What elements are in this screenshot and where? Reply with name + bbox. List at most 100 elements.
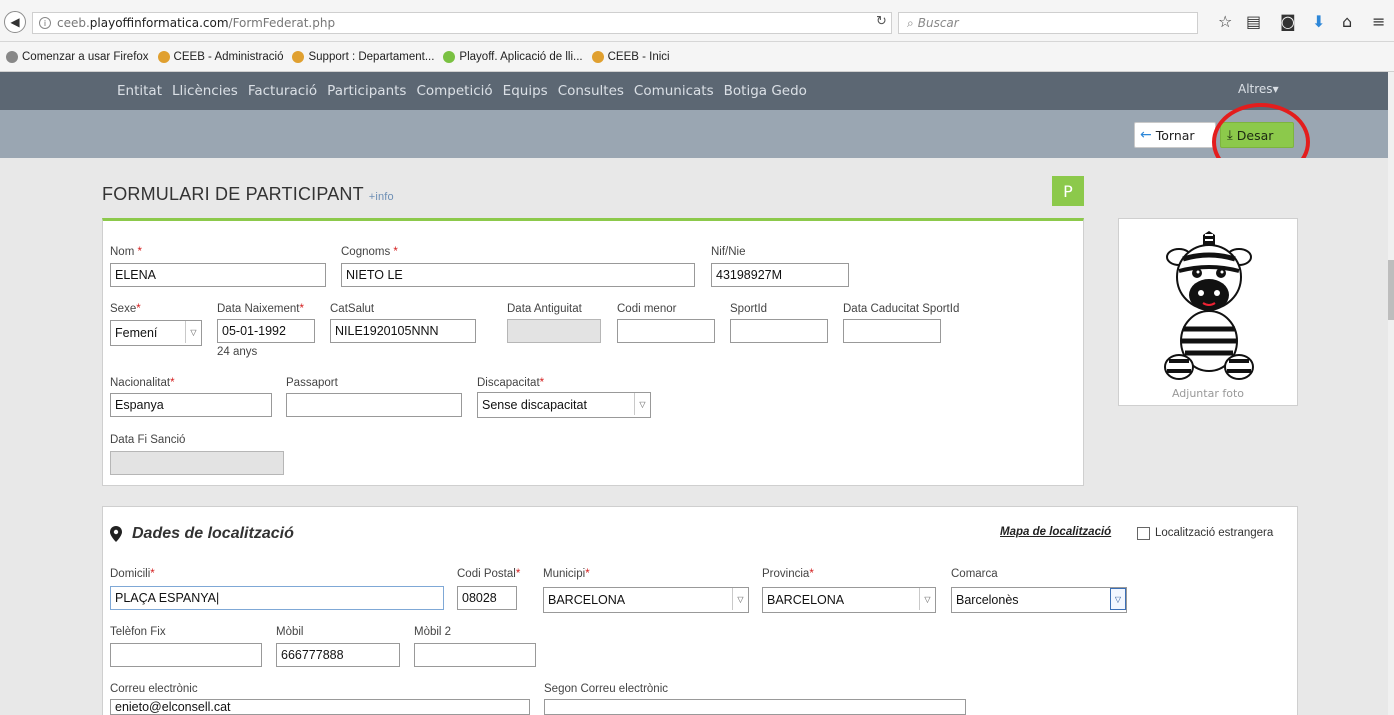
nif-input[interactable]: 43198927M — [711, 263, 849, 287]
comarca-select[interactable]: Barcelonès ▽ — [951, 587, 1127, 613]
section-title-localitzacio: Dades de localització — [110, 525, 294, 543]
back-button[interactable]: ← Tornar — [1134, 122, 1216, 148]
chevron-down-icon: ▽ — [634, 393, 650, 415]
nif-label: Nif/Nie — [711, 246, 746, 258]
pocket-icon[interactable]: ◙ — [1280, 12, 1296, 31]
segon-correu-input[interactable] — [544, 699, 966, 715]
browser-toolbar: ◀ i ceeb. playoffinformatica.com/FormFede… — [0, 0, 1394, 42]
more-info-link[interactable]: +info — [369, 191, 394, 203]
nav-item-consultes[interactable]: Consultes — [558, 83, 624, 99]
data-fi-sancio-label: Data Fi Sanció — [110, 434, 186, 446]
passaport-label: Passaport — [286, 377, 338, 389]
codi-menor-input[interactable] — [617, 319, 715, 343]
catsalut-input[interactable]: NILE1920105NNN — [330, 319, 476, 343]
bookmark-item[interactable]: Support : Departament... — [292, 50, 434, 63]
domicili-label: Domicili* — [110, 568, 155, 580]
menu-icon[interactable]: ≡ — [1372, 12, 1385, 31]
url-path: /FormFederat.php — [228, 16, 336, 30]
data-caducitat-label: Data Caducitat SportId — [843, 303, 960, 315]
telefon-fix-label: Telèfon Fix — [110, 626, 166, 638]
nav-item-botiga[interactable]: Botiga Gedo — [724, 83, 807, 99]
mobil2-label: Mòbil 2 — [414, 626, 452, 638]
arrow-left-icon: ← — [1140, 127, 1152, 143]
nacionalitat-label: Nacionalitat* — [110, 377, 175, 389]
participant-badge: P — [1052, 176, 1084, 206]
codi-postal-input[interactable]: 08028 — [457, 586, 517, 610]
reload-icon[interactable]: ↻ — [876, 14, 887, 29]
nav-item-facturacio[interactable]: Facturació — [248, 83, 317, 99]
municipi-select[interactable]: BARCELONA ▽ — [543, 587, 749, 613]
provincia-label: Provincia* — [762, 568, 814, 580]
globe-icon — [6, 50, 18, 63]
correu-input[interactable]: enieto@elconsell.cat — [110, 699, 530, 715]
nav-item-equips[interactable]: Equips — [503, 83, 548, 99]
bookmarks-bar: Comenzar a usar Firefox CEEB - Administr… — [0, 42, 1394, 72]
telefon-fix-input[interactable] — [110, 643, 262, 667]
chevron-down-icon: ▽ — [1110, 588, 1126, 610]
passaport-input[interactable] — [286, 393, 462, 417]
main-nav: Entitat Llicències Facturació Participan… — [0, 72, 1388, 110]
cognoms-input[interactable]: NIETO LE — [341, 263, 695, 287]
browser-search-input[interactable]: ⌕ Buscar — [898, 12, 1198, 34]
nav-item-llicencies[interactable]: Llicències — [172, 83, 238, 99]
discapacitat-select[interactable]: Sense discapacitat ▽ — [477, 392, 651, 418]
scrollbar-thumb[interactable] — [1388, 260, 1394, 320]
nav-altres-dropdown[interactable]: Altres▾ — [1238, 82, 1279, 96]
url-prefix: ceeb. — [57, 16, 90, 30]
ceeb-icon — [292, 50, 305, 63]
data-naixement-label: Data Naixement* — [217, 303, 304, 315]
provincia-select[interactable]: BARCELONA ▽ — [762, 587, 936, 613]
nav-item-competicio[interactable]: Competició — [416, 83, 492, 99]
mobil2-input[interactable] — [414, 643, 536, 667]
address-bar[interactable]: i ceeb. playoffinformatica.com/FormFedera… — [32, 12, 892, 34]
scrollbar[interactable] — [1388, 72, 1394, 715]
caret-down-icon: ▾ — [1272, 82, 1279, 96]
page-title: FORMULARI DE PARTICIPANT +info — [102, 184, 394, 204]
age-note: 24 anys — [217, 346, 258, 358]
catsalut-label: CatSalut — [330, 303, 375, 315]
sexe-select[interactable]: Femení ▽ — [110, 320, 202, 346]
arrow-left-icon: ◀ — [10, 15, 20, 29]
chevron-down-icon: ▽ — [919, 588, 935, 610]
playoff-icon — [443, 50, 456, 63]
download-icon[interactable]: ⬇ — [1312, 12, 1325, 31]
reading-list-icon[interactable]: ▤ — [1246, 12, 1261, 31]
nav-item-comunicats[interactable]: Comunicats — [634, 83, 714, 99]
nav-item-participants[interactable]: Participants — [327, 83, 406, 99]
segon-correu-label: Segon Correu electrònic — [544, 683, 669, 695]
zebra-plush-image — [1164, 231, 1254, 380]
sportid-input[interactable] — [730, 319, 828, 343]
data-caducitat-input[interactable] — [843, 319, 941, 343]
bookmark-item[interactable]: CEEB - Inici — [591, 50, 670, 63]
nacionalitat-input[interactable]: Espanya — [110, 393, 272, 417]
attach-photo-label[interactable]: Adjuntar foto — [1119, 387, 1297, 400]
search-placeholder: Buscar — [917, 16, 959, 30]
data-antiguitat-label: Data Antiguitat — [507, 303, 582, 315]
url-host: playoffinformatica.com — [89, 16, 229, 30]
home-icon[interactable]: ⌂ — [1342, 12, 1352, 31]
bookmark-item[interactable]: Playoff. Aplicació de lli... — [443, 50, 583, 63]
foreign-location-label: Localització estrangera — [1155, 527, 1274, 539]
bookmark-item[interactable]: CEEB - Administració — [157, 50, 283, 63]
ceeb-icon — [591, 50, 604, 63]
text-cursor: | — [215, 591, 220, 605]
data-antiguitat-input — [507, 319, 601, 343]
correu-label: Correu electrònic — [110, 683, 198, 695]
domicili-input[interactable]: PLAÇA ESPANYA | — [110, 586, 444, 610]
nom-input[interactable]: ELENA — [110, 263, 326, 287]
browser-back-button[interactable]: ◀ — [4, 11, 26, 33]
bookmark-item[interactable]: Comenzar a usar Firefox — [6, 50, 149, 63]
photo-panel[interactable]: Adjuntar foto — [1118, 218, 1298, 406]
data-naixement-input[interactable]: 05-01-1992 — [217, 319, 315, 343]
municipi-label: Municipi* — [543, 568, 590, 580]
codi-menor-label: Codi menor — [617, 303, 677, 315]
mobil-input[interactable]: 666777888 — [276, 643, 400, 667]
map-link[interactable]: Mapa de localització — [1000, 526, 1111, 538]
info-icon[interactable]: i — [39, 17, 51, 29]
sexe-label: Sexe* — [110, 303, 141, 315]
foreign-location-checkbox[interactable] — [1137, 527, 1150, 540]
bookmark-star-icon[interactable]: ☆ — [1218, 12, 1232, 31]
codi-postal-label: Codi Postal* — [457, 568, 521, 580]
nav-item-entitat[interactable]: Entitat — [117, 83, 162, 99]
action-toolbar: ← Tornar ⤓ Desar — [0, 110, 1388, 158]
